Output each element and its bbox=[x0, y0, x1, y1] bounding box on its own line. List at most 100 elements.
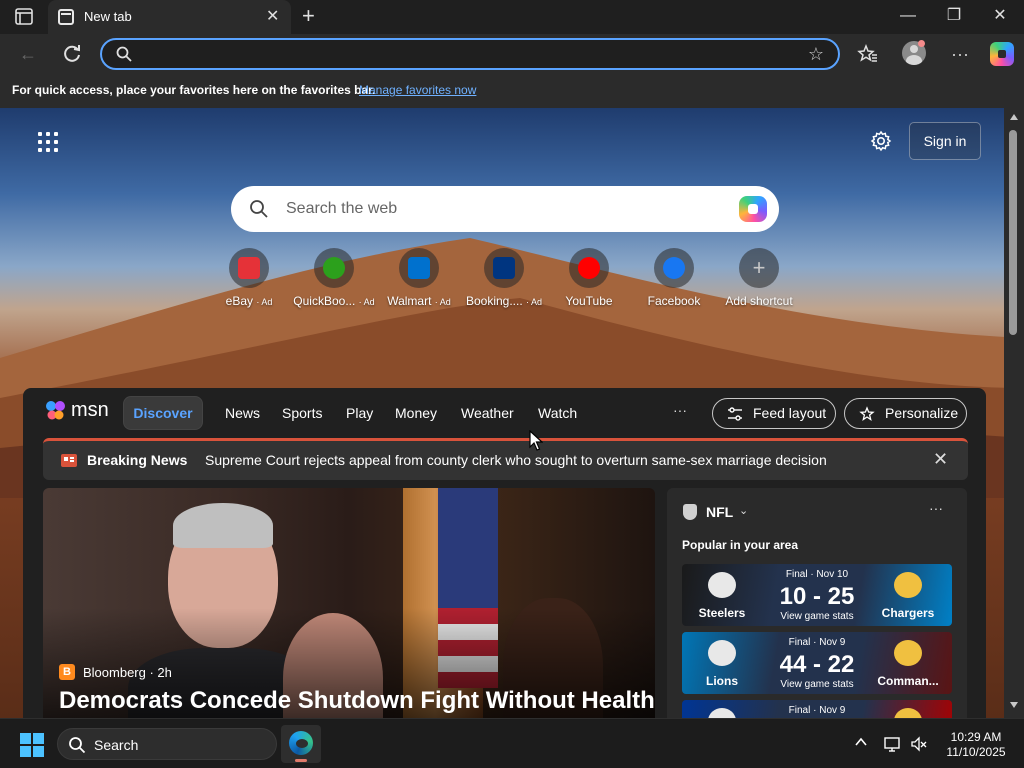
back-arrow-icon[interactable]: ← bbox=[16, 42, 40, 66]
msn-logo[interactable]: msn bbox=[43, 396, 113, 426]
tab-title: New tab bbox=[84, 9, 132, 24]
restore-icon[interactable]: ❐ bbox=[944, 6, 964, 26]
game-score: 44 - 22 bbox=[779, 651, 855, 678]
hero-headline[interactable]: Democrats Concede Shutdown Fight Without… bbox=[59, 687, 655, 715]
shortcut-label: Booking.... · Ad bbox=[461, 294, 547, 308]
shortcut-booking[interactable]: Booking.... · Ad bbox=[461, 248, 547, 308]
tab-new-tab[interactable]: New tab ✕ bbox=[48, 0, 291, 34]
ad-badge: · Ad bbox=[358, 297, 375, 307]
taskbar-search-box[interactable]: Search bbox=[57, 728, 277, 760]
favorites-icon[interactable] bbox=[856, 42, 880, 66]
manage-favorites-link[interactable]: Manage favorites now bbox=[359, 83, 476, 97]
nav-news[interactable]: News bbox=[225, 405, 260, 421]
shortcut-walmart[interactable]: Walmart · Ad bbox=[376, 248, 462, 308]
facebook-icon bbox=[654, 248, 694, 288]
favorite-star-icon[interactable]: ☆ bbox=[808, 44, 824, 65]
copilot-icon[interactable] bbox=[990, 42, 1014, 66]
hero-story-card[interactable]: B Bloomberg · 2h Democrats Concede Shutd… bbox=[43, 488, 655, 718]
close-icon[interactable]: ✕ bbox=[933, 449, 948, 470]
nfl-title[interactable]: NFL bbox=[706, 504, 733, 520]
nfl-subtitle: Popular in your area bbox=[682, 538, 799, 552]
edge-taskbar-button[interactable] bbox=[281, 725, 321, 763]
breaking-news-banner[interactable]: Breaking News Supreme Court rejects appe… bbox=[43, 438, 968, 480]
close-tab-icon[interactable]: ✕ bbox=[266, 7, 279, 27]
search-icon bbox=[250, 200, 268, 218]
booking-icon-glyph bbox=[493, 257, 515, 279]
nfl-game-card[interactable]: Final · Nov 9 44 - 22 View game stats Lions… bbox=[682, 632, 952, 694]
address-bar[interactable]: ☆ bbox=[100, 38, 840, 70]
shortcut-label: Add shortcut bbox=[716, 294, 802, 308]
away-team-name: Chargers bbox=[881, 606, 935, 620]
nav-more-button[interactable]: ··· bbox=[673, 402, 687, 418]
view-game-stats-link[interactable]: View game stats bbox=[767, 679, 867, 690]
walmart-icon-glyph bbox=[408, 257, 430, 279]
minimize-icon[interactable]: — bbox=[898, 6, 918, 26]
shortcut-plus[interactable]: + Add shortcut bbox=[716, 248, 802, 308]
search-icon bbox=[69, 737, 86, 754]
view-game-stats-link[interactable]: View game stats bbox=[767, 611, 867, 622]
web-search-box[interactable] bbox=[231, 186, 779, 232]
shortcut-ebay[interactable]: eBay · Ad bbox=[206, 248, 292, 308]
shortcut-youtube[interactable]: YouTube bbox=[546, 248, 632, 308]
new-tab-button[interactable]: + bbox=[302, 4, 315, 28]
ebay-icon bbox=[229, 248, 269, 288]
system-clock[interactable]: 10:29 AM 11/10/2025 bbox=[936, 730, 1016, 760]
home-team-logo bbox=[708, 708, 736, 718]
nav-weather[interactable]: Weather bbox=[461, 405, 514, 421]
tab-actions-icon[interactable] bbox=[12, 8, 36, 26]
nfl-more-options[interactable]: ··· bbox=[929, 500, 943, 516]
nfl-scores-card: NFL ⌄ ··· Popular in your area Final · N… bbox=[667, 488, 967, 718]
sign-in-button[interactable]: Sign in bbox=[909, 122, 981, 160]
home-team-name: Steelers bbox=[698, 606, 746, 620]
feed-layout-button[interactable]: Feed layout bbox=[712, 398, 836, 429]
nav-play[interactable]: Play bbox=[346, 405, 373, 421]
game-status: Final · Nov 9 bbox=[788, 705, 846, 716]
page-scrollbar[interactable] bbox=[1004, 108, 1024, 718]
nav-sports[interactable]: Sports bbox=[282, 405, 322, 421]
windows-taskbar: Search 10:29 AM 11/10/2025 bbox=[0, 718, 1024, 768]
nav-watch[interactable]: Watch bbox=[538, 405, 577, 421]
nav-money[interactable]: Money bbox=[395, 405, 437, 421]
scroll-thumb[interactable] bbox=[1009, 130, 1017, 335]
chevron-down-icon[interactable]: ⌄ bbox=[739, 504, 748, 517]
volume-muted-icon[interactable] bbox=[910, 735, 928, 753]
chevron-up-icon[interactable] bbox=[854, 735, 868, 749]
edge-icon bbox=[289, 731, 313, 755]
breaking-news-label: Breaking News bbox=[87, 452, 188, 468]
shortcut-facebook[interactable]: Facebook bbox=[631, 248, 717, 308]
web-search-input[interactable] bbox=[286, 199, 706, 219]
address-input[interactable] bbox=[142, 46, 782, 64]
shortcut-name: Add shortcut bbox=[725, 294, 793, 308]
msn-feed: msn Discover News Sports Play Money Weat… bbox=[23, 388, 986, 718]
settings-gear-icon[interactable] bbox=[870, 130, 892, 152]
ebay-icon-glyph bbox=[238, 257, 260, 279]
breaking-news-headline[interactable]: Supreme Court rejects appeal from county… bbox=[205, 452, 827, 468]
more-options-icon[interactable]: ··· bbox=[948, 42, 972, 66]
apps-launcher-icon[interactable] bbox=[38, 132, 58, 152]
msn-butterfly-icon bbox=[46, 401, 65, 420]
youtube-icon-glyph bbox=[578, 257, 600, 279]
personalize-button[interactable]: Personalize bbox=[844, 398, 967, 429]
hero-photo-person-hair bbox=[173, 503, 273, 548]
title-bar: New tab ✕ + — ❐ ✕ bbox=[0, 0, 1024, 34]
bloomberg-icon: B bbox=[59, 664, 75, 680]
scroll-up-arrow-icon[interactable] bbox=[1010, 114, 1018, 120]
nav-discover[interactable]: Discover bbox=[123, 396, 203, 430]
copilot-icon[interactable] bbox=[739, 196, 767, 222]
home-team-name: Lions bbox=[706, 674, 738, 688]
nfl-game-card[interactable]: Final · Nov 9 bbox=[682, 700, 952, 718]
shortcut-quickbooks[interactable]: QuickBoo... · Ad bbox=[291, 248, 377, 308]
clock-time: 10:29 AM bbox=[950, 730, 1002, 744]
away-team-logo bbox=[894, 640, 922, 666]
network-display-icon[interactable] bbox=[884, 735, 902, 753]
windows-start-icon[interactable] bbox=[20, 733, 44, 757]
refresh-icon[interactable] bbox=[60, 42, 84, 66]
away-team-name: Comman... bbox=[877, 674, 939, 688]
walmart-icon bbox=[399, 248, 439, 288]
plus-icon-glyph: + bbox=[752, 255, 766, 280]
favorites-bar-hint: For quick access, place your favorites h… bbox=[12, 83, 376, 97]
nfl-game-card[interactable]: Final · Nov 10 10 - 25 View game stats Stee… bbox=[682, 564, 952, 626]
close-window-icon[interactable]: ✕ bbox=[990, 6, 1010, 26]
shortcut-label: YouTube bbox=[546, 294, 632, 308]
scroll-down-arrow-icon[interactable] bbox=[1010, 702, 1018, 708]
